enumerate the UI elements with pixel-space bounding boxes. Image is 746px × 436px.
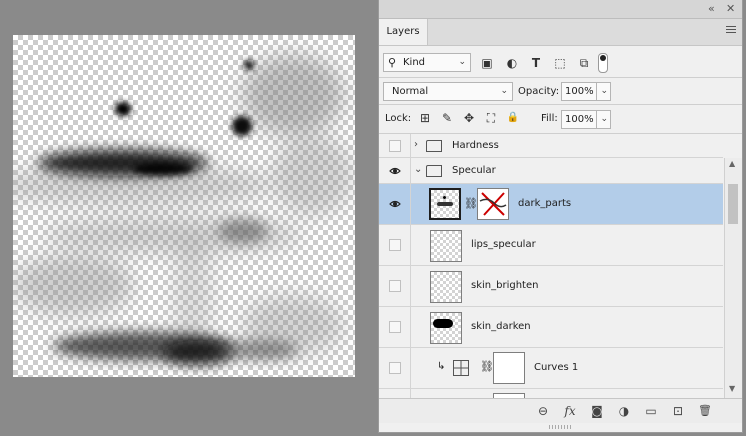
adjustment-filter-icon[interactable]: ◐ (504, 55, 520, 71)
chevron-down-icon[interactable]: ⌄ (414, 164, 422, 175)
lock-label: Lock: (385, 113, 412, 124)
folder-open-icon (426, 165, 442, 177)
filter-toggle-icon[interactable] (598, 53, 608, 73)
canvas-artwork (13, 55, 353, 365)
panel-tab-row: Layers (379, 19, 742, 46)
layer-row-dark-parts[interactable]: ⛓ dark_parts (379, 184, 723, 225)
layer-thumbnail[interactable] (429, 188, 461, 220)
shape-filter-icon[interactable]: ⬚ (552, 55, 568, 71)
layer-name: lips_specular (471, 239, 536, 250)
layer-name: Hardness (452, 140, 499, 151)
visibility-toggle[interactable] (379, 307, 411, 347)
scrollbar-thumb[interactable] (728, 184, 738, 224)
fill-label: Fill: (541, 113, 558, 124)
layer-thumbnail[interactable] (430, 230, 462, 262)
fill-value: 100% (565, 114, 594, 125)
tab-layers[interactable]: Layers (379, 19, 428, 45)
layer-row-skin-darken[interactable]: skin_darken (379, 307, 723, 348)
layer-name: skin_brighten (471, 280, 539, 291)
opacity-field[interactable]: 100% ⌄ (561, 82, 611, 101)
layer-name: Curves 1 (534, 362, 579, 373)
layer-thumbnail[interactable] (430, 271, 462, 303)
layers-scrollbar[interactable]: ▲ ▼ (724, 158, 742, 398)
lock-artboard-icon[interactable]: ⛶ (483, 110, 499, 126)
eye-icon (389, 167, 401, 175)
layer-row-specular[interactable]: ⌄ Specular (379, 158, 723, 184)
visibility-toggle (379, 389, 411, 398)
scroll-down-arrow-icon[interactable]: ▼ (729, 384, 735, 393)
fill-field[interactable]: 100% ⌄ (561, 110, 611, 129)
blend-mode-select[interactable]: Normal ⌄ (383, 82, 513, 101)
fx-icon[interactable]: fx (562, 403, 578, 419)
double-chevron-icon[interactable]: « (708, 2, 715, 16)
layer-name: skin_darken (471, 321, 531, 332)
clipping-arrow-icon: ↳ (437, 361, 446, 372)
type-filter-icon[interactable]: T (528, 55, 544, 71)
chevron-right-icon[interactable]: › (414, 139, 418, 150)
add-mask-icon[interactable]: ◙ (589, 403, 605, 419)
layer-name: Specular (452, 165, 496, 176)
new-group-icon[interactable]: ▭ (643, 403, 659, 419)
layer-row-curves-1[interactable]: ↳ ⛓ Curves 1 (379, 348, 723, 389)
link-layers-icon[interactable]: ⊖ (535, 403, 551, 419)
resize-grip[interactable] (549, 425, 571, 429)
layer-row-hardness[interactable]: › Hardness (379, 134, 723, 158)
close-icon[interactable]: ✕ (726, 2, 735, 16)
search-icon: ⚲ (388, 56, 397, 69)
blend-mode-value: Normal (392, 86, 429, 97)
lock-position-icon[interactable]: ✥ (461, 110, 477, 126)
opacity-label: Opacity: (518, 86, 560, 97)
pixel-filter-icon[interactable]: ▣ (479, 55, 495, 71)
visibility-toggle[interactable] (379, 348, 411, 388)
layer-row-lips-specular[interactable]: lips_specular (379, 225, 723, 266)
chevron-down-icon: ⌄ (500, 86, 508, 96)
chevron-down-icon: ⌄ (596, 111, 608, 128)
chain-link-icon[interactable]: ⛓ (464, 197, 478, 210)
layer-mask-thumbnail[interactable] (493, 352, 525, 384)
filter-kind-select[interactable]: ⚲ Kind ⌄ (383, 53, 471, 72)
chain-link-icon[interactable]: ⛓ (480, 360, 494, 373)
document-canvas[interactable] (13, 35, 355, 377)
visibility-toggle[interactable] (379, 134, 411, 157)
smart-object-filter-icon[interactable]: ⧉ (576, 55, 592, 71)
eye-icon (389, 200, 401, 208)
trash-icon[interactable]: 🗑 (697, 403, 713, 419)
folder-icon (426, 140, 442, 152)
new-layer-icon[interactable]: ⊡ (670, 403, 686, 419)
curves-adjustment-icon[interactable] (453, 360, 469, 376)
scroll-up-arrow-icon[interactable]: ▲ (729, 159, 735, 168)
chevron-down-icon: ⌄ (596, 83, 608, 100)
panel-titlebar: « ✕ (379, 0, 742, 19)
visibility-toggle[interactable] (379, 266, 411, 306)
visibility-toggle[interactable] (379, 225, 411, 265)
visibility-toggle[interactable] (379, 184, 411, 224)
lock-transparent-icon[interactable]: ⊞ (417, 110, 433, 126)
layers-panel: « ✕ Layers ⚲ Kind ⌄ ▣ ◐ T ⬚ ⧉ Normal ⌄ O… (378, 0, 743, 433)
chevron-down-icon: ⌄ (458, 57, 466, 67)
opacity-value: 100% (565, 86, 594, 97)
lock-all-icon[interactable]: 🔒 (505, 110, 521, 126)
panel-bottom-bar: ⊖ fx ◙ ◑ ▭ ⊡ 🗑 (379, 398, 742, 423)
layer-mask-thumbnail[interactable] (477, 188, 509, 220)
layer-thumbnail[interactable] (430, 312, 462, 344)
filter-kind-label: Kind (403, 57, 426, 68)
layer-row-skin-brighten[interactable]: skin_brighten (379, 266, 723, 307)
lock-paint-icon[interactable]: ✎ (439, 110, 455, 126)
visibility-toggle[interactable] (379, 158, 411, 183)
hamburger-menu-icon[interactable] (726, 26, 736, 35)
layer-name: dark_parts (518, 198, 572, 209)
new-adjustment-icon[interactable]: ◑ (616, 403, 632, 419)
